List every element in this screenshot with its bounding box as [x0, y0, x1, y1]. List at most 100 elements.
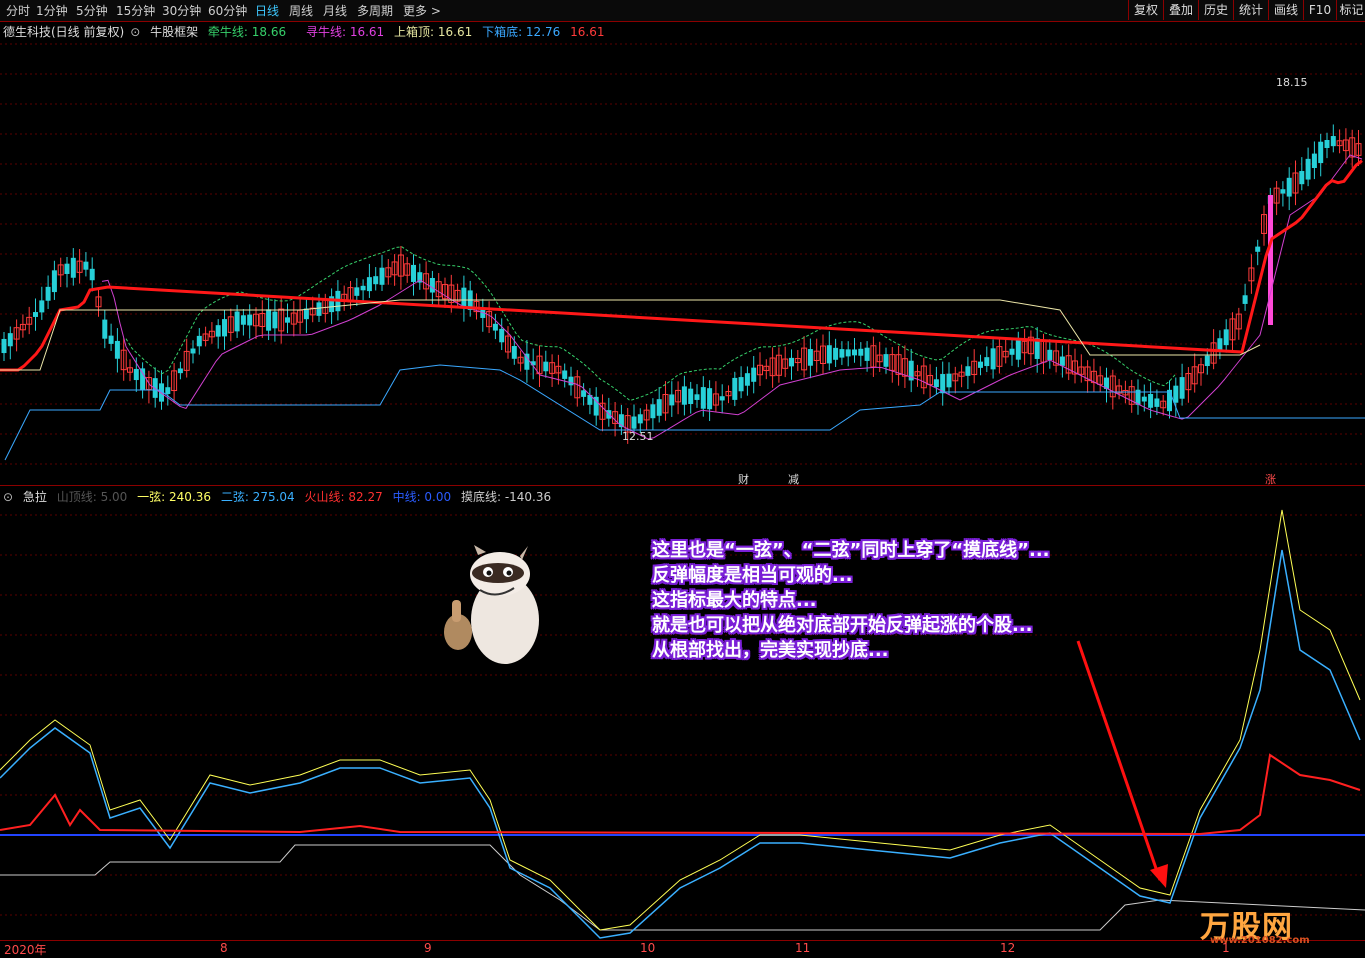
- candle-body: [946, 373, 952, 388]
- kline-chart[interactable]: [0, 0, 1365, 957]
- candle-body: [1299, 171, 1305, 185]
- candle-body: [543, 361, 549, 372]
- candle-body: [316, 302, 322, 316]
- candle-body: [732, 377, 738, 400]
- candle-body: [1305, 158, 1311, 180]
- candle-body: [562, 370, 568, 379]
- candle-body: [1268, 195, 1273, 325]
- candle-body: [133, 368, 139, 381]
- candle-body: [64, 263, 70, 274]
- candle-body: [744, 373, 750, 386]
- candle-body: [429, 277, 435, 293]
- annotation-line: 这指标最大的特点...: [652, 590, 817, 611]
- candle-body: [222, 319, 227, 337]
- candle-body: [45, 286, 51, 301]
- candle-body: [694, 394, 700, 400]
- candle-body: [83, 261, 89, 270]
- candle-body: [789, 357, 794, 367]
- candle-body: [1, 338, 7, 354]
- candle-body: [1280, 189, 1286, 194]
- candle-body: [1059, 356, 1065, 366]
- candle-body: [1242, 295, 1248, 304]
- x-axis-label: 11: [795, 941, 811, 955]
- candle-body: [637, 414, 643, 424]
- candle-body: [7, 333, 13, 347]
- annotation-line: 这里也是“一弦”、“二弦”同时上穿了“摸底线”...: [652, 540, 1050, 561]
- candle-body: [581, 390, 587, 397]
- high-price-label: 18.15: [1276, 76, 1308, 89]
- x-axis-label: 8: [220, 941, 228, 955]
- candle-body: [852, 349, 857, 356]
- annotation-line: 反弹幅度是相当可观的...: [652, 565, 853, 586]
- candle-body: [845, 349, 851, 357]
- annotation-arrow: [1076, 640, 1162, 881]
- event-flag-rise[interactable]: 涨: [1265, 471, 1276, 487]
- candle-body: [285, 317, 290, 323]
- candle-body: [165, 387, 171, 394]
- candle-body: [354, 287, 360, 296]
- candle-body: [108, 335, 114, 344]
- candle-body: [656, 399, 662, 416]
- candle-body: [499, 328, 505, 343]
- candle-body: [379, 267, 385, 285]
- candle-body: [1173, 385, 1179, 403]
- x-axis-label: 9: [424, 941, 432, 955]
- x-axis-label: 2020年: [4, 943, 47, 957]
- annotation-line: 从根部找出，完美实现抄底...: [652, 640, 889, 661]
- candle-body: [826, 345, 832, 364]
- candle-body: [303, 308, 309, 320]
- candle-body: [965, 366, 971, 376]
- watermark-url: www.201082.com: [1210, 935, 1310, 946]
- candle-body: [140, 368, 146, 390]
- candle-body: [196, 335, 202, 347]
- candle-body: [39, 300, 45, 313]
- event-flag-finance[interactable]: 财: [738, 471, 749, 487]
- x-axis-label: 12: [1000, 941, 1016, 955]
- candle-body: [1318, 141, 1324, 164]
- candle-body: [1223, 329, 1229, 346]
- candle-body: [33, 312, 38, 317]
- candle-body: [650, 404, 656, 419]
- x-axis-line: [0, 940, 1365, 941]
- candle-body: [373, 276, 379, 285]
- candle-body: [1179, 377, 1185, 399]
- candle-body: [1015, 339, 1021, 360]
- candle-body: [177, 368, 183, 374]
- candle-body: [215, 325, 221, 337]
- candle-body: [1324, 140, 1330, 148]
- candle-body: [751, 367, 757, 382]
- ferret-mascot-icon: [444, 545, 539, 664]
- candle-body: [102, 319, 108, 339]
- x-axis-label: 10: [640, 941, 656, 955]
- candle-body: [984, 357, 990, 367]
- annotation-text: 这里也是“一弦”、“二弦”同时上穿了“摸底线”... 反弹幅度是相当可观的...…: [652, 538, 1050, 663]
- event-flag-reduce[interactable]: 减: [788, 471, 799, 487]
- candle-body: [1148, 393, 1154, 408]
- candle-body: [1311, 153, 1317, 168]
- candle-body: [1167, 389, 1172, 412]
- candle-body: [411, 264, 416, 282]
- candle-body: [833, 347, 839, 360]
- candle-body: [883, 354, 889, 367]
- candle-body: [234, 311, 240, 332]
- candle-body: [511, 346, 517, 359]
- candle-body: [240, 315, 246, 325]
- candle-body: [700, 387, 706, 409]
- candle-body: [366, 277, 372, 292]
- candle-body: [190, 348, 196, 354]
- candle-body: [858, 348, 864, 356]
- candle-body: [70, 257, 76, 278]
- candle-body: [51, 270, 57, 293]
- candle-body: [839, 349, 845, 358]
- candle-body: [631, 416, 637, 429]
- candle-body: [266, 309, 272, 331]
- candle-body: [1255, 246, 1261, 252]
- candle-body: [990, 348, 996, 370]
- candle-body: [360, 285, 366, 291]
- candle-body: [114, 340, 120, 359]
- candle-body: [707, 388, 713, 410]
- candle-body: [1330, 136, 1336, 147]
- candle-body: [864, 347, 870, 361]
- box-bottom-line: [4, 364, 1365, 461]
- candle-body: [1141, 396, 1147, 402]
